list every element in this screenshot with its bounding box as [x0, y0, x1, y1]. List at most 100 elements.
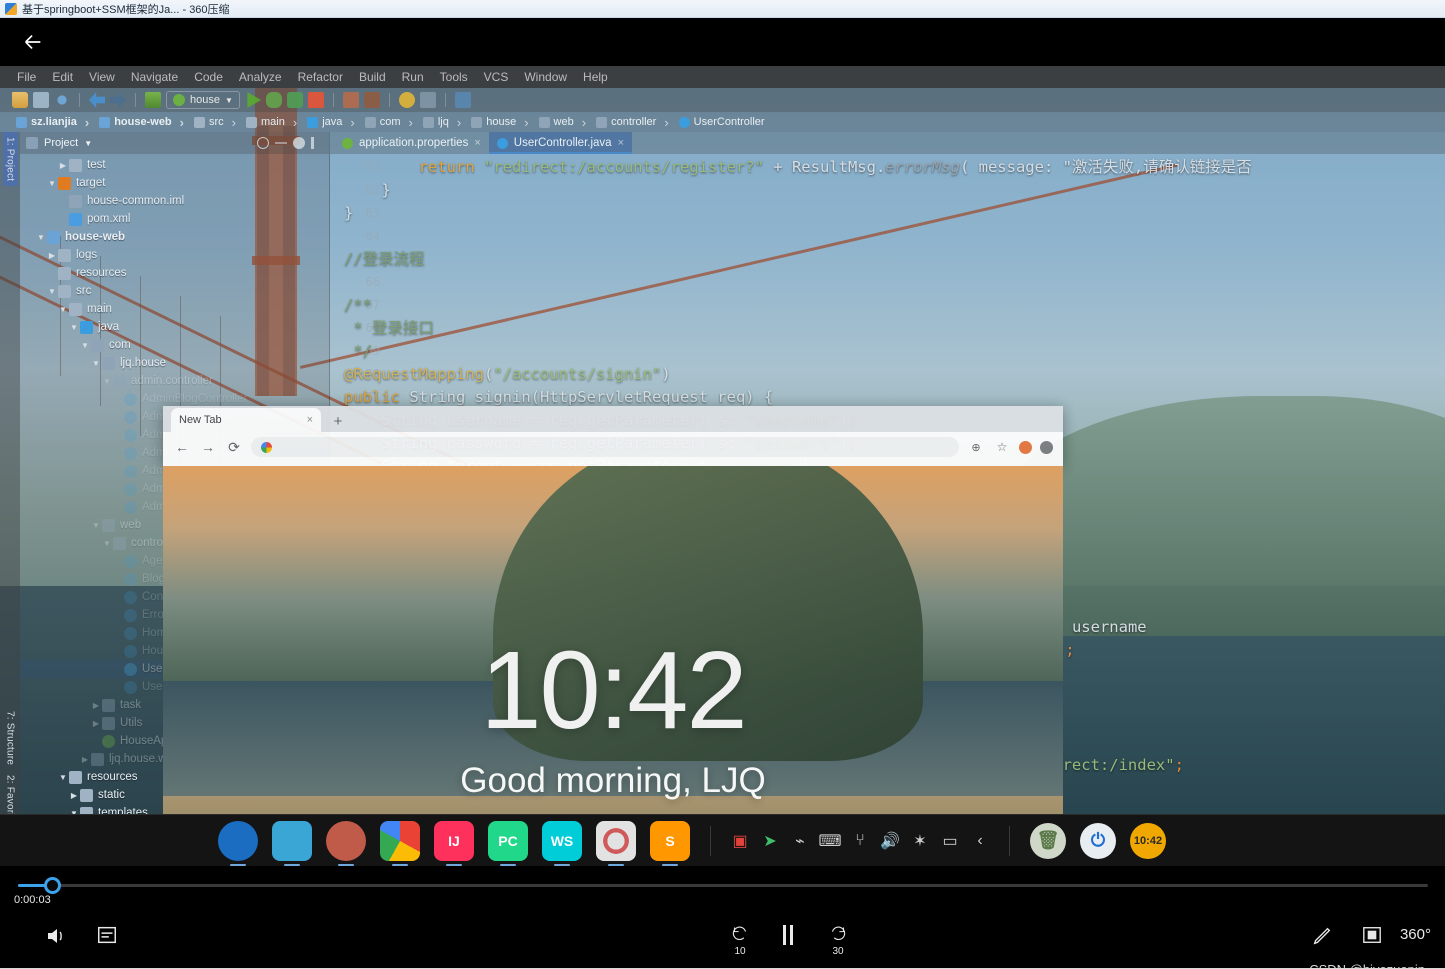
sidebar-item-project[interactable]: 1: Project	[2, 132, 18, 187]
tree-item-admin-controller[interactable]: ▼ admin.controller	[20, 372, 329, 390]
360-icon[interactable]: 360°	[1400, 926, 1431, 943]
breadcrumb-item-ljq[interactable]: ljq	[421, 114, 467, 131]
menu-item-run[interactable]: Run	[395, 68, 431, 86]
chevron-right-icon[interactable]: ▶	[90, 719, 102, 728]
structure-icon[interactable]	[419, 92, 436, 108]
keyboard-icon[interactable]: ⌨	[818, 832, 841, 850]
breadcrumb-item-controller[interactable]: controller	[594, 114, 675, 131]
volume-icon[interactable]	[44, 924, 68, 948]
tree-item-target[interactable]: ▼ target	[20, 174, 329, 192]
dock-item-pycharm[interactable]: PC	[488, 820, 528, 866]
dock-item-sublime-text[interactable]: S	[650, 820, 690, 866]
power-icon[interactable]: ⏻	[1080, 822, 1116, 859]
open-folder-icon[interactable]	[12, 92, 28, 108]
chevron-down-icon[interactable]: ▼	[68, 323, 80, 332]
pause-icon[interactable]	[780, 924, 796, 946]
run-coverage-icon[interactable]	[286, 92, 303, 108]
update-project-icon[interactable]	[454, 92, 471, 108]
settings-icon[interactable]	[293, 137, 305, 149]
address-bar[interactable]	[251, 437, 959, 457]
breadcrumb-item-usercontroller[interactable]: UserController	[677, 115, 779, 129]
menu-item-code[interactable]: Code	[187, 68, 230, 86]
chevron-down-icon[interactable]: ▼	[225, 96, 233, 105]
profile-icon[interactable]	[1019, 440, 1032, 454]
wifi-icon[interactable]: ⌁	[791, 832, 809, 850]
dock-item-google-chrome[interactable]	[380, 820, 420, 866]
chevron-right-icon[interactable]: ▶	[68, 791, 80, 800]
breadcrumb-item-house-web[interactable]: house-web	[97, 114, 190, 131]
chevron-down-icon[interactable]: ▼	[57, 305, 69, 314]
dock-item-deepin-app[interactable]	[218, 820, 258, 866]
sidebar-item-structure[interactable]: 7: Structure	[3, 706, 18, 770]
breadcrumb-item-main[interactable]: main	[244, 114, 303, 131]
chevron-right-icon[interactable]: ▶	[90, 701, 102, 710]
menu-item-edit[interactable]: Edit	[45, 68, 80, 86]
chevron-down-icon[interactable]: ▼	[57, 773, 69, 782]
new-tab-button[interactable]: +	[327, 410, 349, 432]
tree-item-main[interactable]: ▼ main	[20, 300, 329, 318]
dock-item-intellij-idea[interactable]: IJ	[434, 820, 474, 866]
seek-track[interactable]	[18, 884, 1428, 887]
menu-item-refactor[interactable]: Refactor	[291, 68, 350, 86]
stop-icon[interactable]	[307, 92, 324, 108]
menu-item-view[interactable]: View	[82, 68, 122, 86]
telegram-icon[interactable]: ➤	[761, 832, 779, 850]
subtitles-icon[interactable]	[96, 924, 118, 946]
tree-item-src[interactable]: ▼ src	[20, 282, 329, 300]
run-configuration-selector[interactable]: house ▼	[166, 91, 240, 109]
chevron-right-icon[interactable]: ▶	[57, 161, 69, 170]
bluetooth-icon[interactable]: ✶	[911, 832, 929, 850]
screenshot-icon[interactable]	[1361, 925, 1383, 945]
chevron-down-icon[interactable]: ▼	[90, 521, 102, 530]
clock-icon[interactable]: 10:42	[1130, 822, 1166, 859]
scroll-from-source-icon[interactable]	[311, 137, 314, 149]
chevron-down-icon[interactable]: ▼	[79, 341, 91, 350]
menu-item-analyze[interactable]: Analyze	[232, 68, 289, 86]
chevron-down-icon[interactable]: ▼	[101, 377, 113, 386]
menu-item-build[interactable]: Build	[352, 68, 393, 86]
menu-item-tools[interactable]: Tools	[433, 68, 475, 86]
battery-icon[interactable]: ▭	[941, 832, 959, 850]
breadcrumb-item-house[interactable]: house	[469, 114, 534, 131]
editor-tab-application-properties[interactable]: application.properties ×	[334, 132, 489, 154]
rewind-10-button[interactable]: 10	[724, 922, 756, 957]
tree-item-house-common-iml[interactable]: house-common.iml	[20, 192, 329, 210]
dock-item-settings[interactable]	[596, 820, 636, 866]
breadcrumb-item-src[interactable]: src	[192, 114, 242, 131]
tree-item-house-web[interactable]: ▼ house-web	[20, 228, 329, 246]
close-icon[interactable]: ×	[618, 137, 624, 149]
compile-icon[interactable]	[145, 92, 161, 108]
editor-tab-usercontroller-java[interactable]: UserController.java ×	[488, 132, 632, 154]
back-icon[interactable]: ←	[173, 438, 191, 456]
menu-item-window[interactable]: Window	[517, 68, 574, 86]
chevron-down-icon[interactable]: ▼	[84, 139, 92, 148]
chevron-right-icon[interactable]: ▶	[79, 755, 91, 764]
expand-icon[interactable]	[275, 142, 287, 144]
tree-item-test[interactable]: ▶ test	[20, 156, 329, 174]
menu-item-help[interactable]: Help	[576, 68, 615, 86]
profile-icon[interactable]	[342, 92, 359, 108]
dock-item-file-manager[interactable]	[272, 820, 312, 866]
record-icon[interactable]: ▣	[731, 832, 749, 850]
chrome-tab[interactable]: New Tab ×	[171, 408, 321, 432]
bookmark-star-icon[interactable]: ☆	[993, 438, 1011, 456]
chevron-down-icon[interactable]: ▼	[101, 539, 113, 548]
forward-icon[interactable]	[110, 92, 126, 108]
back-icon[interactable]	[89, 92, 105, 108]
breadcrumb-item-sz-lianjia[interactable]: sz.lianjia	[14, 114, 95, 131]
dock-item-webstorm[interactable]: WS	[542, 820, 582, 866]
reload-icon[interactable]: ⟳	[225, 438, 243, 456]
trash-icon[interactable]: 🗑	[1030, 822, 1066, 859]
breadcrumb-item-java[interactable]: java	[305, 114, 361, 131]
tree-item-logs[interactable]: ▶ logs	[20, 246, 329, 264]
menu-item-file[interactable]: File	[10, 68, 43, 86]
dock-item-media-player[interactable]	[326, 820, 366, 866]
close-icon[interactable]: ×	[474, 137, 480, 149]
usb-icon[interactable]: ⑂	[851, 832, 869, 850]
forward-icon[interactable]: →	[199, 438, 217, 456]
breadcrumb-item-com[interactable]: com	[363, 114, 419, 131]
menu-item-vcs[interactable]: VCS	[477, 68, 516, 86]
settings-icon[interactable]	[398, 92, 415, 108]
tree-item-pom-xml[interactable]: pom.xml	[20, 210, 329, 228]
run-icon[interactable]	[247, 92, 261, 108]
